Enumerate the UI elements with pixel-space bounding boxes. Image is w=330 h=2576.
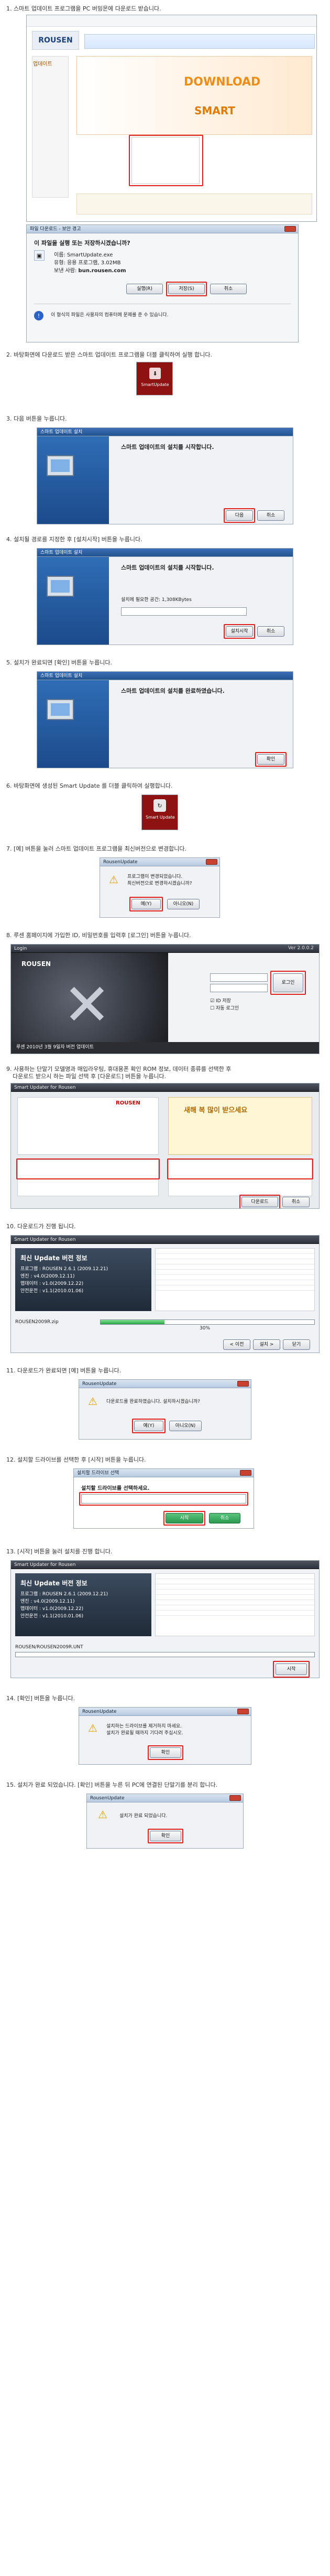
desktop-icon-smart-update[interactable]: ↻ Smart Update	[141, 795, 178, 830]
computer-icon	[47, 699, 74, 720]
step-11-text: 11. 다운로드가 완료되면 [예] 버튼을 누릅니다.	[6, 1367, 122, 1374]
step-4-text: 4. 설치될 경로를 지정한 후 [설치시작] 버튼을 누릅니다.	[6, 536, 142, 543]
highlight-model-select	[16, 1158, 160, 1179]
step-2-text: 2. 바탕화면에 다운로드 받은 스마트 업데이트 프로그램을 더블 클릭하여 …	[6, 351, 213, 358]
id-field[interactable]	[210, 973, 268, 982]
computer-icon	[47, 455, 74, 476]
cancel-button[interactable]: 취소	[210, 284, 247, 294]
cancel-button[interactable]: 취소	[257, 626, 284, 637]
cancel-button[interactable]: 취소	[257, 510, 284, 521]
step-6-text: 6. 바탕화면에 생성된 Smart Update 를 더블 클릭하여 실행합니…	[6, 782, 173, 789]
highlight-ok	[148, 1829, 183, 1843]
notice-text: 루센 2010년 3월 9일자 버전 업데이트	[16, 1045, 94, 1050]
smart-updater-window: Smart Updater for Rousen ROUSEN 새해 복 많이 …	[10, 1083, 320, 1209]
dialog-question: 이 파일을 실행 또는 저장하시겠습니까?	[34, 240, 130, 246]
cancel-button[interactable]: 취소	[282, 1197, 310, 1207]
install-path: ROUSEN/ROUSEN2009R.UNT	[15, 1645, 83, 1650]
rousen-logo: ROUSEN	[21, 960, 51, 968]
step-12-text: 12. 설치할 드라이브를 선택한 후 [시작] 버튼을 누릅니다.	[6, 1456, 146, 1463]
highlight-yes	[132, 1419, 166, 1433]
setup-window-2: 스마트 업데이트 설치 스마트 업데이트의 설치를 시작합니다. 설치에 필요한…	[37, 548, 293, 645]
download-complete-dialog: RousenUpdate ⚠ 다운로드를 완료하였습니다. 설치하시겠습니까? …	[79, 1379, 251, 1440]
close-button[interactable]: 닫기	[283, 1339, 310, 1350]
menu-title: 업데이트	[33, 61, 52, 67]
highlight-data-select	[167, 1158, 313, 1179]
progress-window: Smart Updater for Rousen 최신 Update 버전 정보…	[10, 1235, 320, 1353]
close-icon[interactable]	[240, 1470, 251, 1476]
desktop-icon-smartupdate[interactable]: ⬇ SmartUpdate	[136, 362, 173, 395]
highlight-install	[224, 624, 255, 639]
setup-window-3: 스마트 업데이트 설치 스마트 업데이트의 설치를 완료하였습니다. 확인	[37, 671, 293, 768]
close-icon[interactable]	[284, 226, 296, 232]
highlight-start-install	[273, 1661, 310, 1678]
highlight-download	[239, 1195, 280, 1208]
prev-button[interactable]: < 이전	[223, 1339, 250, 1350]
close-icon[interactable]	[206, 859, 217, 865]
highlight-drive	[79, 1492, 248, 1506]
download-file-name: ROUSEN2009R.zip	[15, 1319, 59, 1325]
smart-text: SMART	[194, 104, 235, 117]
step-15-text: 15. 설치가 완료 되었습니다. [확인] 버튼을 누른 뒤 PC에 연결된 …	[6, 1781, 218, 1788]
website-screenshot: ROUSEN 업데이트 DOWNLOAD SMART	[26, 15, 317, 222]
highlight-download-button	[129, 135, 203, 186]
no-button[interactable]: 아니오(N)	[167, 899, 200, 909]
step-14-text: 14. [확인] 버튼을 누릅니다.	[6, 1695, 75, 1702]
download-banner: DOWNLOAD	[184, 76, 261, 89]
x-logo-icon: ✕	[62, 971, 112, 1038]
close-icon[interactable]	[237, 1381, 249, 1387]
new-year-banner: 새해 복 많이 받으세요	[184, 1107, 248, 1114]
highlight-login	[270, 971, 306, 995]
highlight-next	[224, 508, 255, 523]
run-button[interactable]: 실행(R)	[126, 284, 163, 294]
install-path-field[interactable]	[121, 607, 247, 616]
password-field[interactable]	[210, 984, 268, 992]
computer-icon	[47, 576, 74, 597]
no-button[interactable]: 아니오(N)	[169, 1421, 202, 1431]
highlight-yes	[129, 897, 163, 911]
highlight-ok	[148, 1745, 183, 1760]
auto-login-checkbox[interactable]: ☐ 자동 로그인	[210, 1004, 239, 1011]
step-10-text: 10. 다운로드가 진행 됩니다.	[6, 1223, 76, 1230]
remember-id-checkbox[interactable]: ☑ ID 저장	[210, 997, 231, 1004]
dialog-title: 파일 다운로드 - 보안 경고	[27, 225, 298, 233]
installing-dialog: RousenUpdate ⚠ 설치하는 드라이브를 제거하지 마세요. 설치가 …	[79, 1707, 251, 1765]
progress-bar	[100, 1319, 315, 1325]
shield-icon: !	[34, 311, 43, 320]
step-3-text: 3. 다음 버튼을 누릅니다.	[6, 415, 67, 422]
step-8-text: 8. 루센 홈페이지에 가입한 ID, 비밀번호를 입력후 [로그인] 버튼을 …	[6, 932, 191, 939]
warning-icon: ⚠	[98, 1808, 107, 1821]
installer-icon: ⬇	[149, 368, 161, 379]
highlight-save-button	[166, 282, 207, 296]
step-9-text-b: 다운로드 받으시 하는 파일 선택 후 [다운로드] 버튼을 누릅니다.	[13, 1073, 167, 1080]
next-button[interactable]: 설치 >	[253, 1339, 280, 1350]
step-5-text: 5. 설치가 완료되면 [확인] 버튼을 누릅니다.	[6, 659, 112, 666]
warning-text: 이 형식의 파일은 사용자의 컴퓨터에 문제를 준 수 있습니다.	[51, 313, 169, 318]
file-info: 이름: SmartUpdate.exe 유형: 응용 프로그램, 3.02MB …	[54, 252, 126, 274]
step-13-text: 13. [시작] 버튼을 눌러 설치를 진행 합니다.	[6, 1548, 113, 1555]
install-complete-dialog: RousenUpdate ⚠ 설치가 완료 되었습니다. 확인	[86, 1794, 244, 1849]
setup-window-1: 스마트 업데이트 설치 스마트 업데이트의 설치를 시작합니다. 다음 취소	[37, 427, 293, 524]
login-window: Login Ver 2.0.0.2 ROUSEN ✕ 로그인 ☑ ID 저장 ☐…	[10, 944, 320, 1054]
security-warning-dialog: 파일 다운로드 - 보안 경고 이 파일을 실행 또는 저장하시겠습니까? ▣ …	[26, 224, 299, 342]
highlight-start	[163, 1511, 205, 1526]
smart-update-icon: ↻	[153, 799, 166, 812]
drive-select-dialog: 설치할 드라이브 선택 설치할 드라이브를 선택하세요. 시작 취소	[73, 1468, 254, 1529]
step-7-text: 7. [예] 버튼을 눌러 스마트 업데이트 프로그램을 최신버전으로 변경합니…	[6, 845, 187, 852]
application-icon: ▣	[34, 250, 45, 261]
update-confirm-dialog: RousenUpdate ⚠ 프로그램이 변경되었습니다. 최신버전으로 변경하…	[100, 857, 220, 918]
rousen-logo[interactable]: ROUSEN	[32, 31, 79, 50]
step-1-text: 1. 스마트 업데이트 프로그램을 PC 버밍몬에 다운로드 받습니다.	[6, 5, 161, 12]
highlight-ok	[255, 752, 287, 767]
warning-icon: ⚠	[88, 1395, 97, 1408]
warning-icon: ⚠	[109, 873, 118, 886]
tutorial-page: 1. 스마트 업데이트 프로그램을 PC 버밍몬에 다운로드 받습니다. ROU…	[0, 0, 330, 2576]
install-window: Smart Updater for Rousen 최신 Update 버전 정보…	[10, 1560, 320, 1678]
close-icon[interactable]	[229, 1795, 241, 1801]
close-icon[interactable]	[237, 1709, 249, 1714]
warning-icon: ⚠	[88, 1722, 97, 1734]
cancel-button[interactable]: 취소	[209, 1513, 240, 1523]
install-progress-bar	[15, 1652, 315, 1657]
